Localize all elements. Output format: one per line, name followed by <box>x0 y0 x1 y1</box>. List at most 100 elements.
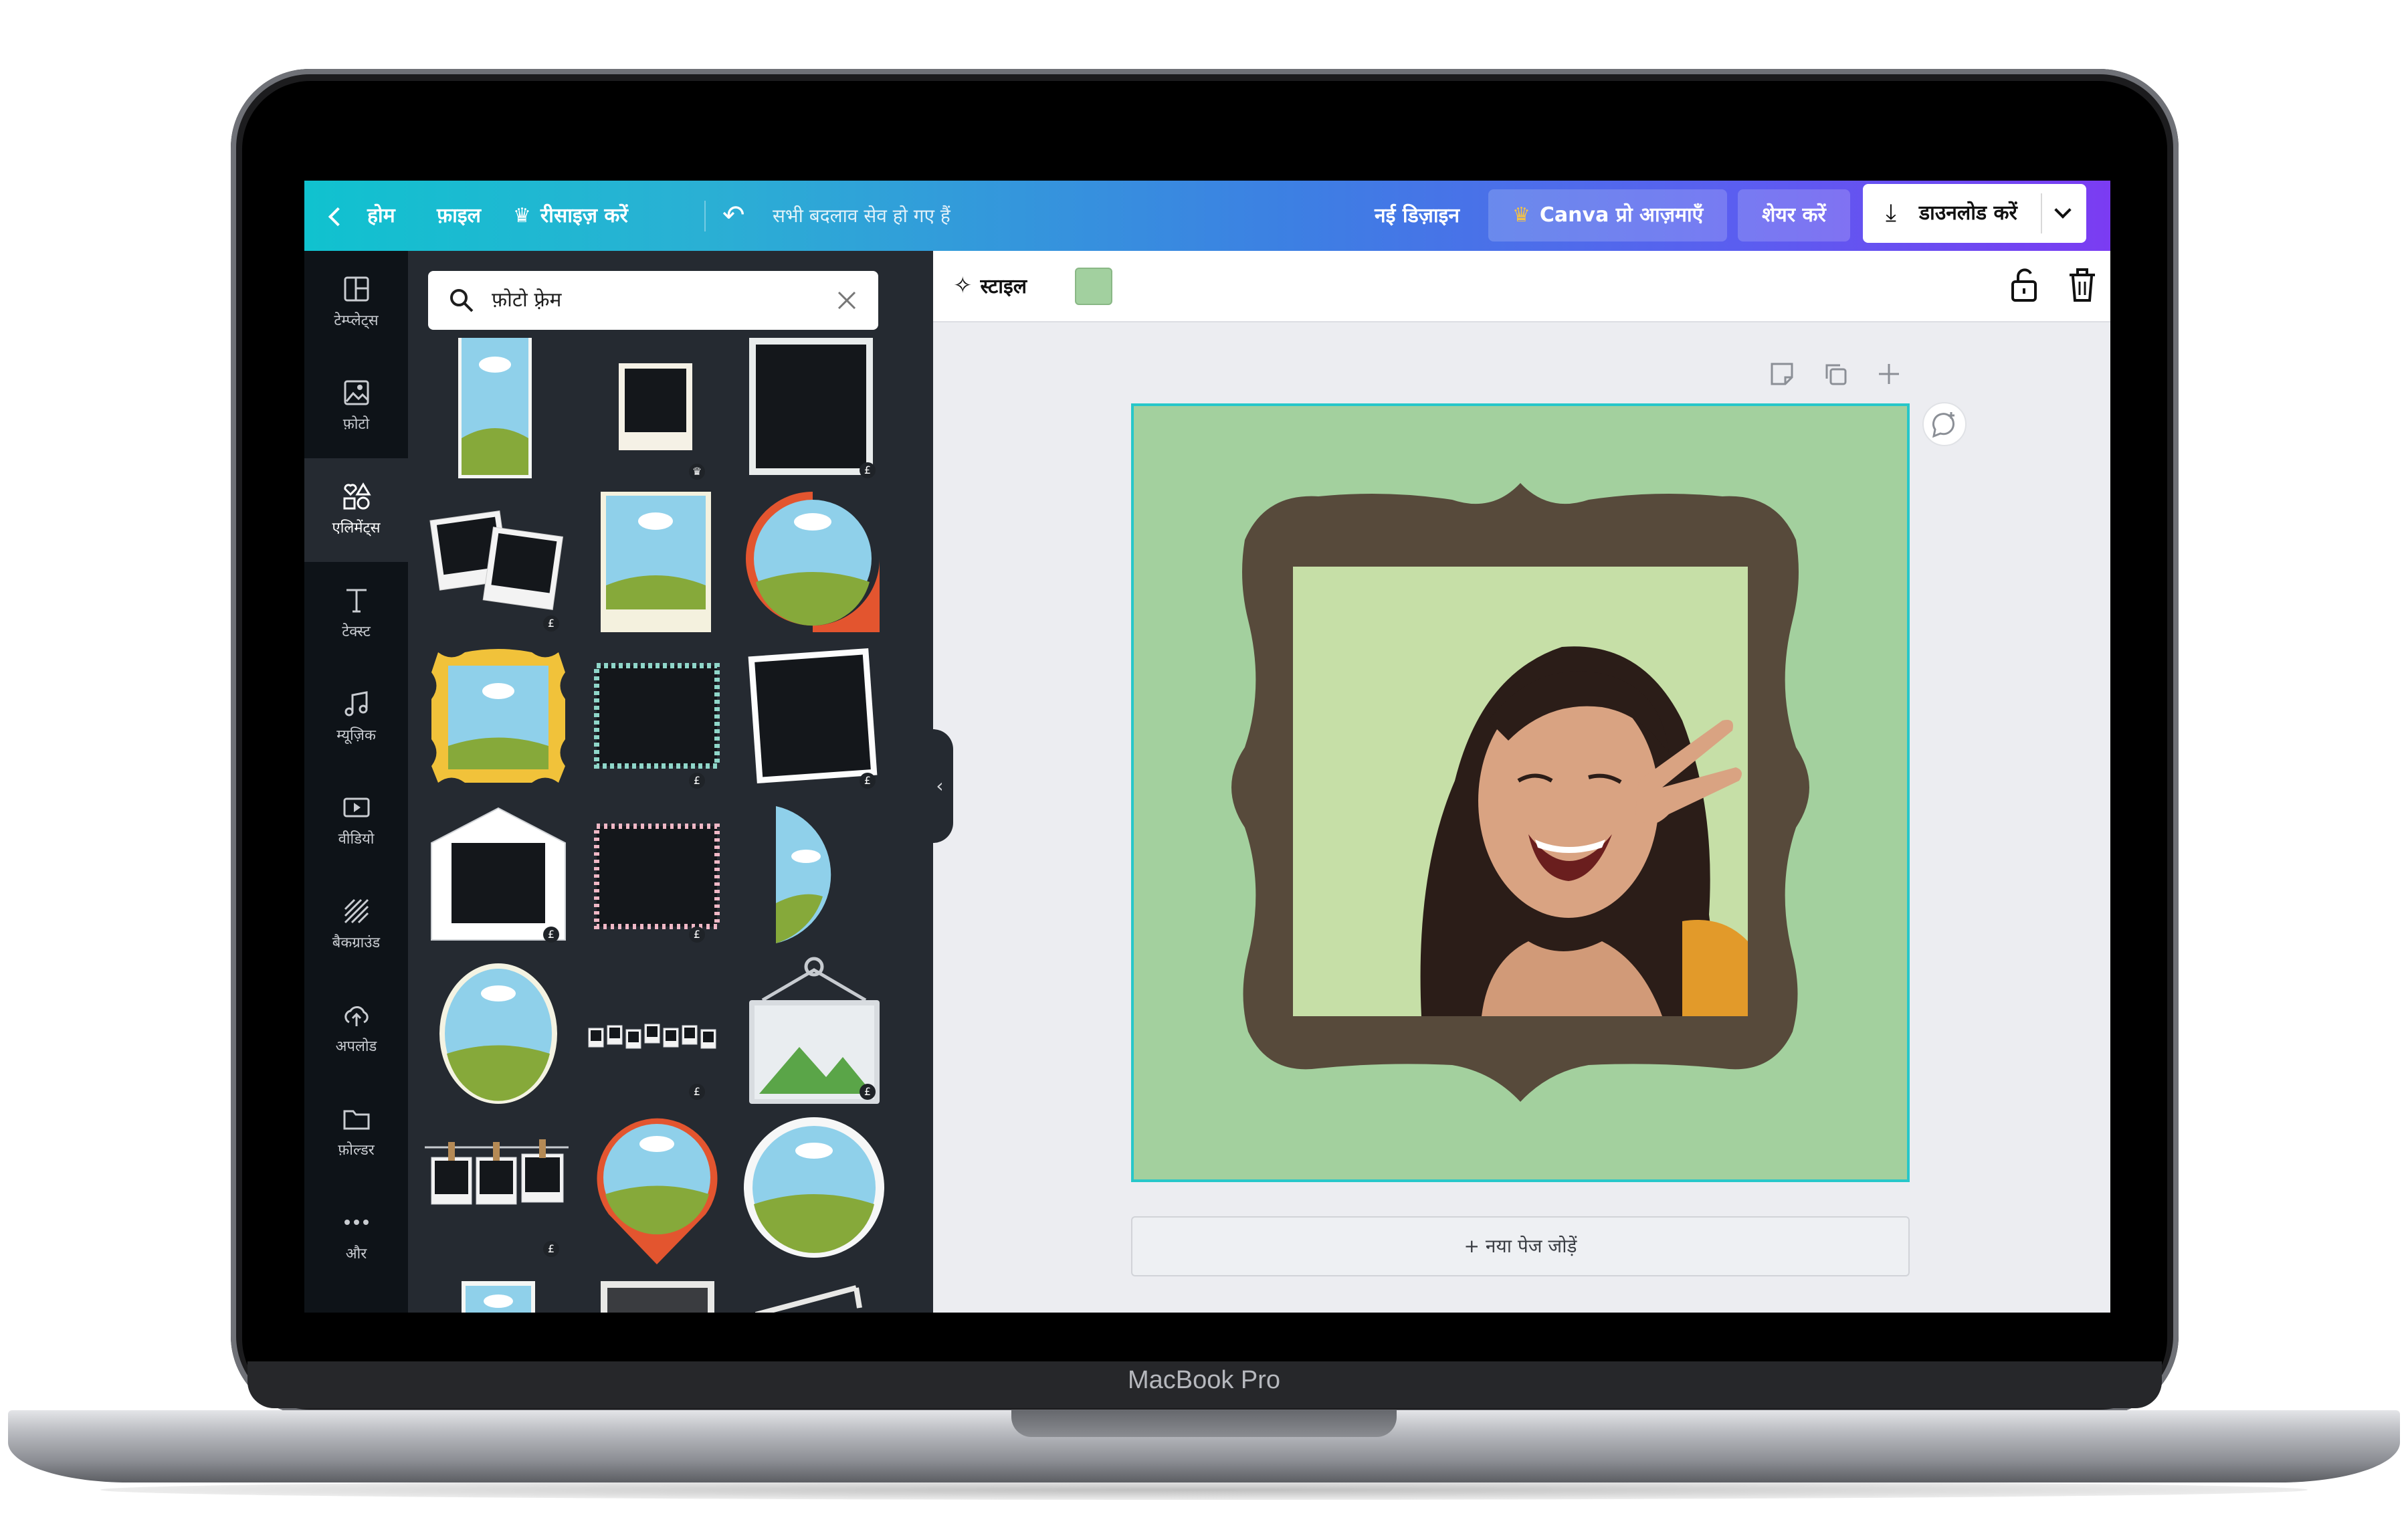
sidebar-item-label: फ़ोल्डर <box>338 1142 375 1159</box>
crown-icon: ♛ <box>1512 203 1530 227</box>
frame-thumbnail[interactable] <box>428 338 562 482</box>
sidebar-item-label: टेम्प्लेट्स <box>334 312 379 329</box>
sidebar-item-label: बैकग्राउंड <box>332 935 381 951</box>
sidebar-item-label: टेक्स्ट <box>342 624 371 640</box>
sidebar-item-elements[interactable]: एलिमेंट्स <box>304 458 408 562</box>
frame-thumbnail[interactable] <box>428 960 569 1107</box>
pro-badge: £ <box>689 927 705 943</box>
pro-badge: £ <box>860 462 876 478</box>
sidebar-item-text[interactable]: टेक्स्ट <box>304 562 408 666</box>
more-icon <box>344 1220 369 1225</box>
pro-badge: £ <box>689 1084 705 1100</box>
frame-thumbnail[interactable] <box>425 492 572 636</box>
frame-thumbnail[interactable] <box>425 803 572 947</box>
color-swatch[interactable] <box>1075 268 1112 305</box>
duplicate-page-icon[interactable] <box>1821 360 1849 388</box>
top-bar: होम फ़ाइल ♛ रीसाइज़ करें ↶ सभी बदलाव सेव … <box>304 181 2110 251</box>
try-pro-button[interactable]: ♛ Canva प्रो आज़माएँ <box>1488 189 1728 242</box>
frame-thumbnail[interactable] <box>428 1278 569 1313</box>
page-note-icon[interactable] <box>1768 360 1796 388</box>
design-page[interactable] <box>1131 403 1910 1182</box>
frame-thumbnail[interactable] <box>582 960 732 1107</box>
laptop-notch <box>1011 1410 1397 1437</box>
photo-frame[interactable] <box>1134 406 1907 1179</box>
music-icon <box>344 691 367 716</box>
pro-badge: £ <box>689 773 705 789</box>
sidebar-item-label: म्यूज़िक <box>336 727 376 744</box>
frame-thumbnail[interactable] <box>742 488 883 636</box>
frame-thumbnail[interactable] <box>589 1278 726 1313</box>
crown-icon: ♛ <box>689 464 705 480</box>
sidebar-item-label: फ़ोटो <box>342 416 370 433</box>
sidebar-item-label: एलिमेंट्स <box>332 520 381 537</box>
sidebar-item-folder[interactable]: फ़ोल्डर <box>304 1080 408 1184</box>
home-label: होम <box>367 204 395 227</box>
pro-badge: £ <box>543 1241 559 1257</box>
laptop-shadow <box>100 1480 2308 1500</box>
close-icon[interactable] <box>835 288 859 312</box>
frame-thumbnail[interactable] <box>742 803 883 947</box>
sidebar-item-more[interactable]: और <box>304 1184 408 1288</box>
sidebar-item-label: और <box>345 1246 367 1262</box>
elements-panel: फ़ोटो फ़्रेम ♛ £ £ £ £ £ £ £ £ £ <box>408 251 933 1313</box>
chevron-left-icon: ‹ <box>936 775 944 797</box>
trash-icon[interactable] <box>2067 267 2098 304</box>
device-brand-label: MacBook Pro <box>1127 1366 1281 1394</box>
frame-thumbnail[interactable] <box>589 803 726 947</box>
sidebar-item-label: वीडियो <box>338 831 375 848</box>
crown-icon: ♛ <box>513 204 531 227</box>
download-icon: ⤓ <box>1886 199 1896 227</box>
new-design-button[interactable]: नई डिज़ाइन <box>1375 181 1460 251</box>
save-status: सभी बदलाव सेव हो गए हैं <box>773 205 950 227</box>
frame-thumbnail[interactable] <box>742 642 883 789</box>
sparkle-icon: ✧ <box>953 272 973 299</box>
frame-thumbnail[interactable] <box>742 1278 883 1313</box>
pro-badge: £ <box>860 1084 876 1100</box>
frame-thumbnail[interactable] <box>742 331 880 482</box>
home-button[interactable]: होम <box>328 181 395 251</box>
resize-label: रीसाइज़ करें <box>540 204 628 227</box>
collapse-panel-button[interactable]: ‹ <box>926 729 953 843</box>
sidebar-item-photos[interactable]: फ़ोटो <box>304 355 408 458</box>
search-input[interactable]: फ़ोटो फ़्रेम <box>428 271 878 330</box>
file-menu[interactable]: फ़ाइल <box>437 181 481 251</box>
frame-thumbnail[interactable] <box>589 646 726 789</box>
pro-badge: £ <box>543 615 559 632</box>
sidebar-item-music[interactable]: म्यूज़िक <box>304 666 408 769</box>
resize-button[interactable]: ♛ रीसाइज़ करें <box>513 181 628 251</box>
add-page-icon[interactable] <box>1875 360 1903 388</box>
style-button[interactable]: ✧ स्टाइल <box>953 264 1027 308</box>
style-label: स्टाइल <box>980 275 1027 298</box>
sidebar-item-templates[interactable]: टेम्प्लेट्स <box>304 251 408 355</box>
upload-icon <box>344 1006 369 1026</box>
folder-icon <box>343 1110 369 1130</box>
app-screen: होम फ़ाइल ♛ रीसाइज़ करें ↶ सभी बदलाव सेव … <box>304 181 2110 1313</box>
frame-thumbnail[interactable] <box>742 1114 886 1261</box>
unlock-icon[interactable] <box>2009 267 2039 304</box>
pro-badge: £ <box>543 927 559 943</box>
templates-icon <box>344 276 369 302</box>
text-icon <box>346 589 367 613</box>
elements-icon <box>343 482 371 510</box>
sidebar-item-background[interactable]: बैकग्राउंड <box>304 873 408 977</box>
comment-add-icon[interactable] <box>1920 400 1969 448</box>
try-pro-label: Canva प्रो आज़माएँ <box>1539 203 1704 227</box>
canvas-toolbar: ✧ स्टाइल <box>933 251 2110 322</box>
chevron-left-icon <box>328 207 348 226</box>
frame-thumbnail[interactable] <box>425 646 572 789</box>
frame-thumbnail[interactable] <box>589 1114 726 1268</box>
frame-thumbnail[interactable] <box>589 492 722 636</box>
share-button[interactable]: शेयर करें <box>1738 189 1850 242</box>
download-button[interactable]: ⤓ डाउनलोड करें <box>1863 184 2086 243</box>
sidebar-item-upload[interactable]: अपलोड <box>304 977 408 1080</box>
sidebar-item-label: अपलोड <box>335 1038 377 1055</box>
undo-icon[interactable]: ↶ <box>722 181 745 251</box>
photos-icon <box>344 380 369 405</box>
add-page-button[interactable]: + नया पेज जोड़ें <box>1131 1216 1910 1276</box>
chevron-down-icon[interactable] <box>2054 201 2072 219</box>
pro-badge: £ <box>860 773 876 789</box>
download-label: डाउनलोड करें <box>1919 201 2017 225</box>
frame-thumbnail[interactable] <box>589 338 722 482</box>
sidebar-item-video[interactable]: वीडियो <box>304 769 408 873</box>
search-value: फ़ोटो फ़्रेम <box>492 288 562 312</box>
